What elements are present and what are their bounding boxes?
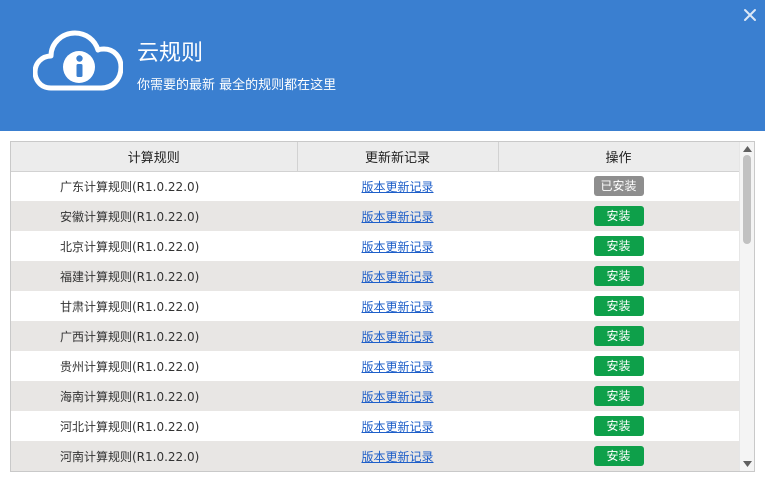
rule-name: 河南计算规则(R1.0.22.0)	[11, 441, 298, 471]
version-log-link[interactable]: 版本更新记录	[361, 180, 433, 194]
log-cell: 版本更新记录	[297, 231, 499, 261]
column-header-rule[interactable]: 计算规则	[11, 142, 298, 172]
action-cell: 安装	[498, 351, 740, 381]
version-log-link[interactable]: 版本更新记录	[361, 330, 433, 344]
table-row: 河南计算规则(R1.0.22.0) 版本更新记录 安装	[11, 441, 740, 471]
install-button[interactable]: 安装	[593, 356, 644, 376]
log-cell: 版本更新记录	[297, 411, 499, 441]
rule-name: 甘肃计算规则(R1.0.22.0)	[11, 291, 298, 321]
install-button[interactable]: 安装	[593, 296, 644, 316]
action-cell: 安装	[498, 441, 740, 471]
window-header: 云规则 你需要的最新 最全的规则都在这里	[0, 0, 765, 131]
log-cell: 版本更新记录	[297, 381, 499, 411]
table-row: 河北计算规则(R1.0.22.0) 版本更新记录 安装	[11, 411, 740, 441]
table-row: 北京计算规则(R1.0.22.0) 版本更新记录 安装	[11, 231, 740, 261]
column-header-log[interactable]: 更新新记录	[297, 142, 499, 172]
action-cell: 安装	[498, 291, 740, 321]
rule-name: 北京计算规则(R1.0.22.0)	[11, 231, 298, 261]
scroll-thumb[interactable]	[743, 155, 751, 244]
action-cell: 安装	[498, 321, 740, 351]
log-cell: 版本更新记录	[297, 291, 499, 321]
action-cell: 安装	[498, 261, 740, 291]
version-log-link[interactable]: 版本更新记录	[361, 210, 433, 224]
action-cell: 已安装	[498, 171, 740, 201]
rule-name: 广东计算规则(R1.0.22.0)	[11, 171, 298, 201]
table-row: 广东计算规则(R1.0.22.0) 版本更新记录 已安装	[11, 171, 740, 201]
version-log-link[interactable]: 版本更新记录	[361, 360, 433, 374]
table-row: 海南计算规则(R1.0.22.0) 版本更新记录 安装	[11, 381, 740, 411]
rules-table: 计算规则 更新新记录 操作 广东计算规则(R1.0.22.0) 版本更新记录 已安装…	[11, 142, 740, 471]
vertical-scrollbar[interactable]	[739, 142, 754, 471]
action-cell: 安装	[498, 231, 740, 261]
version-log-link[interactable]: 版本更新记录	[361, 420, 433, 434]
install-button[interactable]: 安装	[593, 236, 644, 256]
close-icon[interactable]	[741, 6, 759, 24]
column-header-action[interactable]: 操作	[498, 142, 740, 172]
app-title: 云规则	[137, 41, 204, 66]
version-log-link[interactable]: 版本更新记录	[361, 270, 433, 284]
table-header-row: 计算规则 更新新记录 操作	[11, 142, 740, 172]
cloud-info-icon	[33, 30, 123, 91]
rule-name: 贵州计算规则(R1.0.22.0)	[11, 351, 298, 381]
log-cell: 版本更新记录	[297, 201, 499, 231]
install-button[interactable]: 安装	[593, 266, 644, 286]
rule-name: 福建计算规则(R1.0.22.0)	[11, 261, 298, 291]
app-subtitle: 你需要的最新 最全的规则都在这里	[137, 78, 337, 93]
scroll-up-arrow-icon[interactable]	[742, 143, 753, 155]
log-cell: 版本更新记录	[297, 171, 499, 201]
table-row: 甘肃计算规则(R1.0.22.0) 版本更新记录 安装	[11, 291, 740, 321]
log-cell: 版本更新记录	[297, 351, 499, 381]
log-cell: 版本更新记录	[297, 261, 499, 291]
table-row: 广西计算规则(R1.0.22.0) 版本更新记录 安装	[11, 321, 740, 351]
install-button[interactable]: 安装	[593, 446, 644, 466]
install-button[interactable]: 安装	[593, 416, 644, 436]
rule-name: 安徽计算规则(R1.0.22.0)	[11, 201, 298, 231]
log-cell: 版本更新记录	[297, 441, 499, 471]
version-log-link[interactable]: 版本更新记录	[361, 240, 433, 254]
rule-name: 河北计算规则(R1.0.22.0)	[11, 411, 298, 441]
version-log-link[interactable]: 版本更新记录	[361, 300, 433, 314]
scroll-down-arrow-icon[interactable]	[742, 458, 753, 470]
log-cell: 版本更新记录	[297, 321, 499, 351]
version-log-link[interactable]: 版本更新记录	[361, 450, 433, 464]
action-cell: 安装	[498, 201, 740, 231]
installed-button[interactable]: 已安装	[593, 176, 644, 197]
rules-table-container: 计算规则 更新新记录 操作 广东计算规则(R1.0.22.0) 版本更新记录 已安装…	[10, 141, 755, 472]
install-button[interactable]: 安装	[593, 326, 644, 346]
table-row: 贵州计算规则(R1.0.22.0) 版本更新记录 安装	[11, 351, 740, 381]
action-cell: 安装	[498, 411, 740, 441]
table-row: 福建计算规则(R1.0.22.0) 版本更新记录 安装	[11, 261, 740, 291]
version-log-link[interactable]: 版本更新记录	[361, 390, 433, 404]
rule-name: 广西计算规则(R1.0.22.0)	[11, 321, 298, 351]
rule-name: 海南计算规则(R1.0.22.0)	[11, 381, 298, 411]
install-button[interactable]: 安装	[593, 206, 644, 226]
action-cell: 安装	[498, 381, 740, 411]
table-row: 安徽计算规则(R1.0.22.0) 版本更新记录 安装	[11, 201, 740, 231]
install-button[interactable]: 安装	[593, 386, 644, 406]
